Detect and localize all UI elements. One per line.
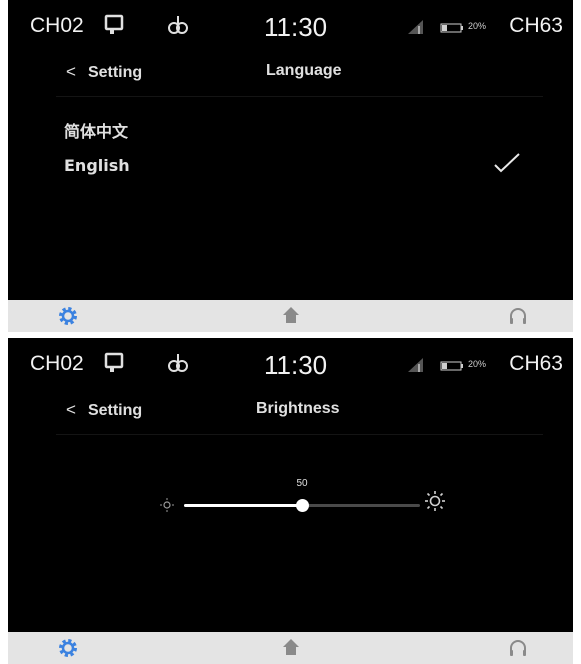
status-bar: CH02 11:30 20% CH63 — [8, 338, 573, 386]
title-bar: < Setting Brightness — [56, 388, 543, 435]
language-option-english[interactable]: English — [64, 156, 130, 175]
back-label: Setting — [87, 402, 143, 419]
left-channel: CH02 — [30, 14, 84, 37]
display-icon — [104, 14, 124, 41]
battery-level: 20% — [468, 359, 487, 369]
display-icon — [104, 352, 124, 379]
signal-icon — [408, 20, 424, 39]
signal-icon — [408, 358, 424, 377]
bottom-nav — [8, 300, 573, 332]
gear-icon[interactable] — [58, 306, 78, 331]
brightness-slider-thumb[interactable] — [296, 499, 309, 512]
checkmark-icon — [492, 150, 522, 182]
brightness-high-icon — [424, 490, 446, 517]
language-option-chinese[interactable]: 简体中文 — [64, 118, 128, 142]
bluetooth-device-icon — [166, 14, 190, 41]
clock-time: 11:30 — [264, 350, 328, 380]
battery-icon — [440, 358, 464, 376]
page-title: Brightness — [256, 400, 340, 417]
battery-icon — [440, 20, 464, 38]
brightness-slider-fill — [184, 504, 302, 507]
brightness-slider[interactable]: 50 — [184, 478, 420, 512]
battery-level: 20% — [468, 21, 487, 31]
right-channel: CH63 — [509, 352, 563, 375]
home-icon[interactable] — [282, 306, 300, 329]
brightness-value: 50 — [296, 478, 308, 489]
gear-icon[interactable] — [58, 638, 78, 663]
back-button[interactable]: < Setting — [66, 62, 142, 82]
headphones-icon[interactable] — [508, 306, 528, 331]
chevron-left-icon: < — [66, 400, 76, 419]
language-screen: CH02 11:30 20% CH63 < Setting Language 简体… — [8, 0, 573, 332]
headphones-icon[interactable] — [508, 638, 528, 663]
chevron-left-icon: < — [66, 62, 76, 81]
status-bar: CH02 11:30 20% CH63 — [8, 0, 573, 48]
clock-time: 11:30 — [264, 12, 328, 42]
left-channel: CH02 — [30, 352, 84, 375]
title-bar: < Setting Language — [56, 50, 543, 97]
brightness-low-icon — [160, 498, 174, 517]
page-title: Language — [266, 62, 342, 79]
right-channel: CH63 — [509, 14, 563, 37]
home-icon[interactable] — [282, 638, 300, 661]
bluetooth-device-icon — [166, 352, 190, 379]
back-label: Setting — [87, 64, 143, 81]
back-button[interactable]: < Setting — [66, 400, 142, 420]
bottom-nav — [8, 632, 573, 664]
brightness-screen: CH02 11:30 20% CH63 < Setting Brightness … — [8, 338, 573, 664]
